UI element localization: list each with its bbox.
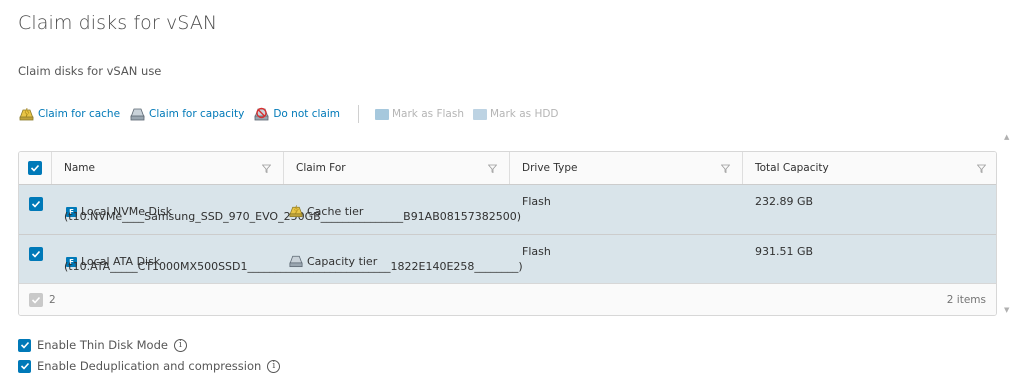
scroll-up-arrow[interactable]: ▲ — [1004, 133, 1009, 141]
cell-drive-type: Flash — [510, 235, 743, 284]
thin-disk-option: Enable Thin Disk Mode i — [18, 338, 187, 352]
total-capacity-value: 931.51 GB — [755, 245, 814, 258]
thin-disk-checkbox[interactable] — [18, 338, 31, 352]
column-name-label: Name — [64, 162, 95, 174]
scroll-down-arrow[interactable]: ▼ — [1004, 306, 1009, 314]
column-drive-type-label: Drive Type — [522, 162, 578, 174]
table-row[interactable]: F Local NVMe Disk (t10.NVMe____Samsung_S… — [19, 185, 996, 235]
claim-for-cache-button[interactable]: Claim for cache — [18, 107, 120, 121]
column-total-capacity-label: Total Capacity — [755, 162, 829, 174]
select-all-checkbox[interactable] — [28, 161, 42, 175]
mark-as-hdd-label: Mark as HDD — [489, 108, 559, 120]
cell-total-capacity: 232.89 GB — [743, 185, 996, 234]
claim-for-cache-label: Claim for cache — [38, 108, 121, 120]
do-not-claim-button[interactable]: Do not claim — [253, 107, 340, 121]
row-checkbox[interactable] — [28, 197, 43, 211]
select-all-cell — [19, 152, 52, 184]
page-subtitle: Claim disks for vSAN use — [18, 64, 162, 78]
thin-disk-label: Enable Thin Disk Mode — [37, 338, 168, 352]
info-icon[interactable]: i — [173, 338, 187, 352]
do-not-claim-label: Do not claim — [273, 108, 340, 120]
table-row[interactable]: F Local ATA Disk (t10.ATA_____CT1000MX50… — [19, 235, 996, 285]
cell-name: F Local NVMe Disk (t10.NVMe____Samsung_S… — [52, 185, 521, 234]
footer-selection-checkbox[interactable] — [29, 292, 43, 307]
row-select-cell — [19, 185, 52, 234]
claim-for-capacity-button[interactable]: Claim for capacity — [129, 107, 244, 121]
row-select-cell — [19, 235, 52, 284]
column-header-drive-type[interactable]: Drive Type — [510, 152, 743, 184]
grid-header: Name Claim For Drive Type Total Capacity — [19, 152, 996, 185]
selected-count: 2 — [49, 293, 56, 306]
mark-as-hdd-button[interactable]: Mark as HDD — [472, 108, 559, 120]
cell-claim-for: Capacity tier — [284, 235, 510, 284]
filter-icon[interactable] — [721, 164, 730, 173]
claim-for-value: Capacity tier — [307, 254, 378, 268]
capacity-disk-icon — [289, 255, 303, 268]
mark-as-flash-button[interactable]: Mark as Flash — [374, 108, 464, 120]
do-not-claim-icon — [254, 107, 269, 121]
filter-icon[interactable] — [977, 164, 986, 173]
grid-footer: 2 2 items — [19, 283, 996, 315]
cell-total-capacity: 931.51 GB — [743, 235, 996, 284]
filter-icon[interactable] — [262, 164, 271, 173]
dedup-label: Enable Deduplication and compression — [37, 359, 262, 373]
column-header-name[interactable]: Name — [52, 152, 284, 184]
drive-type-value: Flash — [522, 245, 551, 258]
flash-icon — [374, 108, 389, 120]
toolbar: Claim for cache Claim for capacity Do no… — [18, 105, 568, 123]
cell-drive-type: Flash — [510, 185, 743, 234]
info-icon[interactable]: i — [267, 359, 281, 373]
drive-type-value: Flash — [522, 195, 551, 208]
hdd-icon — [472, 108, 487, 120]
total-capacity-value: 232.89 GB — [755, 195, 814, 208]
column-header-total-capacity[interactable]: Total Capacity — [743, 152, 996, 184]
page-title: Claim disks for vSAN — [18, 12, 218, 34]
column-claim-for-label: Claim For — [296, 162, 346, 174]
toolbar-separator — [357, 105, 359, 123]
mark-as-flash-label: Mark as Flash — [391, 108, 464, 120]
dedup-option: Enable Deduplication and compression i — [18, 359, 281, 373]
dedup-checkbox[interactable] — [18, 359, 31, 373]
items-count: 2 items — [946, 293, 986, 306]
filter-icon[interactable] — [488, 164, 497, 173]
column-header-claim-for[interactable]: Claim For — [284, 152, 510, 184]
disk-grid: Name Claim For Drive Type Total Capacity… — [18, 151, 997, 316]
claim-for-value: Cache tier — [307, 204, 364, 218]
cell-name: F Local ATA Disk (t10.ATA_____CT1000MX50… — [52, 235, 523, 284]
capacity-disk-icon — [130, 108, 145, 121]
claim-for-capacity-label: Claim for capacity — [149, 108, 245, 120]
cache-disk-icon — [289, 205, 303, 218]
cell-claim-for: Cache tier — [284, 185, 510, 234]
row-checkbox[interactable] — [28, 247, 43, 261]
cache-disk-icon — [19, 107, 34, 121]
